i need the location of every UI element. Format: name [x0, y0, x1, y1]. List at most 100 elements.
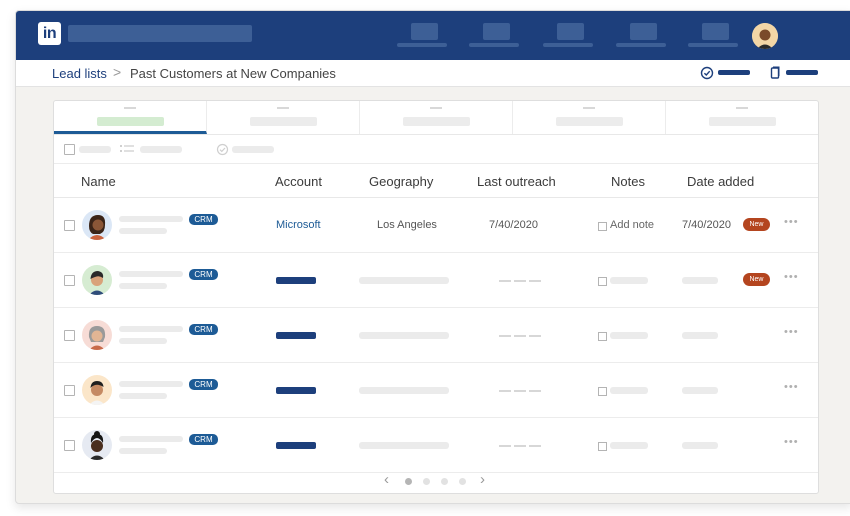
lead-name[interactable]	[119, 381, 183, 387]
column-notes[interactable]: Notes	[611, 174, 645, 189]
nav-item-home[interactable]	[397, 23, 455, 59]
row-checkbox[interactable]	[64, 330, 75, 341]
linkedin-logo[interactable]: in	[38, 22, 61, 45]
pagination: ‹ ›	[54, 469, 818, 493]
nav-item-jobs[interactable]	[543, 23, 601, 59]
jobs-icon	[557, 23, 584, 40]
top-nav: in	[16, 11, 850, 60]
more-options-icon[interactable]: •••	[784, 436, 799, 448]
nav-item-network[interactable]	[469, 23, 527, 59]
account-link[interactable]	[276, 387, 316, 394]
row-checkbox[interactable]	[64, 385, 75, 396]
geography-value	[359, 277, 449, 284]
crm-badge: CRM	[189, 269, 218, 280]
date-added-value	[682, 387, 718, 394]
note-checkbox[interactable]	[598, 387, 607, 396]
chevron-right-icon: >	[113, 64, 122, 80]
date-added-value	[682, 442, 718, 449]
breadcrumb-lead-lists[interactable]: Lead lists	[52, 66, 107, 81]
nav-item-notifications[interactable]	[688, 23, 746, 59]
page-dot[interactable]	[423, 478, 430, 485]
tab-3[interactable]	[360, 101, 513, 134]
lead-name[interactable]	[119, 216, 183, 222]
view-options[interactable]	[140, 146, 182, 153]
nav-item-messaging[interactable]	[616, 23, 674, 59]
note-checkbox[interactable]	[598, 442, 607, 451]
network-icon	[483, 23, 510, 40]
note-checkbox[interactable]	[598, 222, 607, 231]
column-geography[interactable]: Geography	[369, 174, 433, 189]
add-note-button[interactable]	[610, 387, 648, 394]
last-outreach-value: 7/40/2020	[489, 219, 538, 231]
tab-2[interactable]	[207, 101, 360, 134]
table-row[interactable]: CRM •••	[54, 418, 818, 473]
save-list-button[interactable]	[700, 66, 754, 80]
more-options-icon[interactable]: •••	[784, 271, 799, 283]
lead-name[interactable]	[119, 271, 183, 277]
filter-bar	[54, 135, 818, 164]
search-input[interactable]	[68, 25, 252, 42]
avatar[interactable]	[82, 265, 112, 295]
lead-name[interactable]	[119, 436, 183, 442]
user-avatar[interactable]	[752, 23, 778, 49]
copy-icon	[770, 66, 780, 79]
tab-4[interactable]	[513, 101, 666, 134]
new-badge: New	[743, 218, 770, 231]
page-dot[interactable]	[459, 478, 466, 485]
date-added-value	[682, 277, 718, 284]
table-row[interactable]: CRM •••	[54, 363, 818, 418]
avatar[interactable]	[82, 375, 112, 405]
select-all-checkbox[interactable]	[64, 144, 75, 155]
page-dot[interactable]	[405, 478, 412, 485]
mark-done-action[interactable]	[232, 146, 274, 153]
lead-name[interactable]	[119, 326, 183, 332]
lead-title	[119, 228, 167, 234]
tab-bar	[54, 101, 818, 135]
avatar[interactable]	[82, 430, 112, 460]
add-note-button[interactable]	[610, 442, 648, 449]
tab-5[interactable]	[666, 101, 818, 134]
avatar[interactable]	[82, 210, 112, 240]
column-last-outreach[interactable]: Last outreach	[477, 174, 556, 189]
avatar[interactable]	[82, 320, 112, 350]
home-icon	[411, 23, 438, 40]
account-link[interactable]: Microsoft	[276, 219, 321, 231]
crm-badge: CRM	[189, 214, 218, 225]
table-row[interactable]: CRM •••	[54, 308, 818, 363]
more-options-icon[interactable]: •••	[784, 216, 799, 228]
breadcrumb: Lead lists > Past Customers at New Compa…	[16, 60, 850, 87]
column-date-added[interactable]: Date added	[687, 174, 754, 189]
copy-list-button[interactable]	[768, 66, 822, 80]
chevron-right-icon[interactable]: ›	[480, 471, 485, 488]
add-note-button[interactable]: Add note	[610, 219, 654, 231]
geography-value	[359, 442, 449, 449]
add-note-button[interactable]	[610, 332, 648, 339]
list-icon	[120, 145, 134, 152]
row-checkbox[interactable]	[64, 440, 75, 451]
lead-title	[119, 448, 167, 454]
geography-value: Los Angeles	[377, 219, 437, 231]
note-checkbox[interactable]	[598, 277, 607, 286]
crm-badge: CRM	[189, 379, 218, 390]
date-added-value: 7/40/2020	[682, 219, 731, 231]
page-dot[interactable]	[441, 478, 448, 485]
new-badge: New	[743, 273, 770, 286]
note-checkbox[interactable]	[598, 332, 607, 341]
add-note-button[interactable]	[610, 277, 648, 284]
row-checkbox[interactable]	[64, 220, 75, 231]
column-account[interactable]: Account	[275, 174, 322, 189]
account-link[interactable]	[276, 442, 316, 449]
chevron-left-icon[interactable]: ‹	[384, 471, 389, 488]
table-row[interactable]: CRM Microsoft Los Angeles 7/40/2020 Add …	[54, 198, 818, 253]
crm-badge: CRM	[189, 324, 218, 335]
more-options-icon[interactable]: •••	[784, 326, 799, 338]
account-link[interactable]	[276, 332, 316, 339]
tab-1[interactable]	[54, 101, 207, 134]
row-checkbox[interactable]	[64, 275, 75, 286]
column-name[interactable]: Name	[81, 174, 116, 189]
more-options-icon[interactable]: •••	[784, 381, 799, 393]
table-row[interactable]: CRM New •••	[54, 253, 818, 308]
check-circle-icon	[216, 143, 229, 156]
account-link[interactable]	[276, 277, 316, 284]
check-circle-icon	[700, 66, 714, 80]
